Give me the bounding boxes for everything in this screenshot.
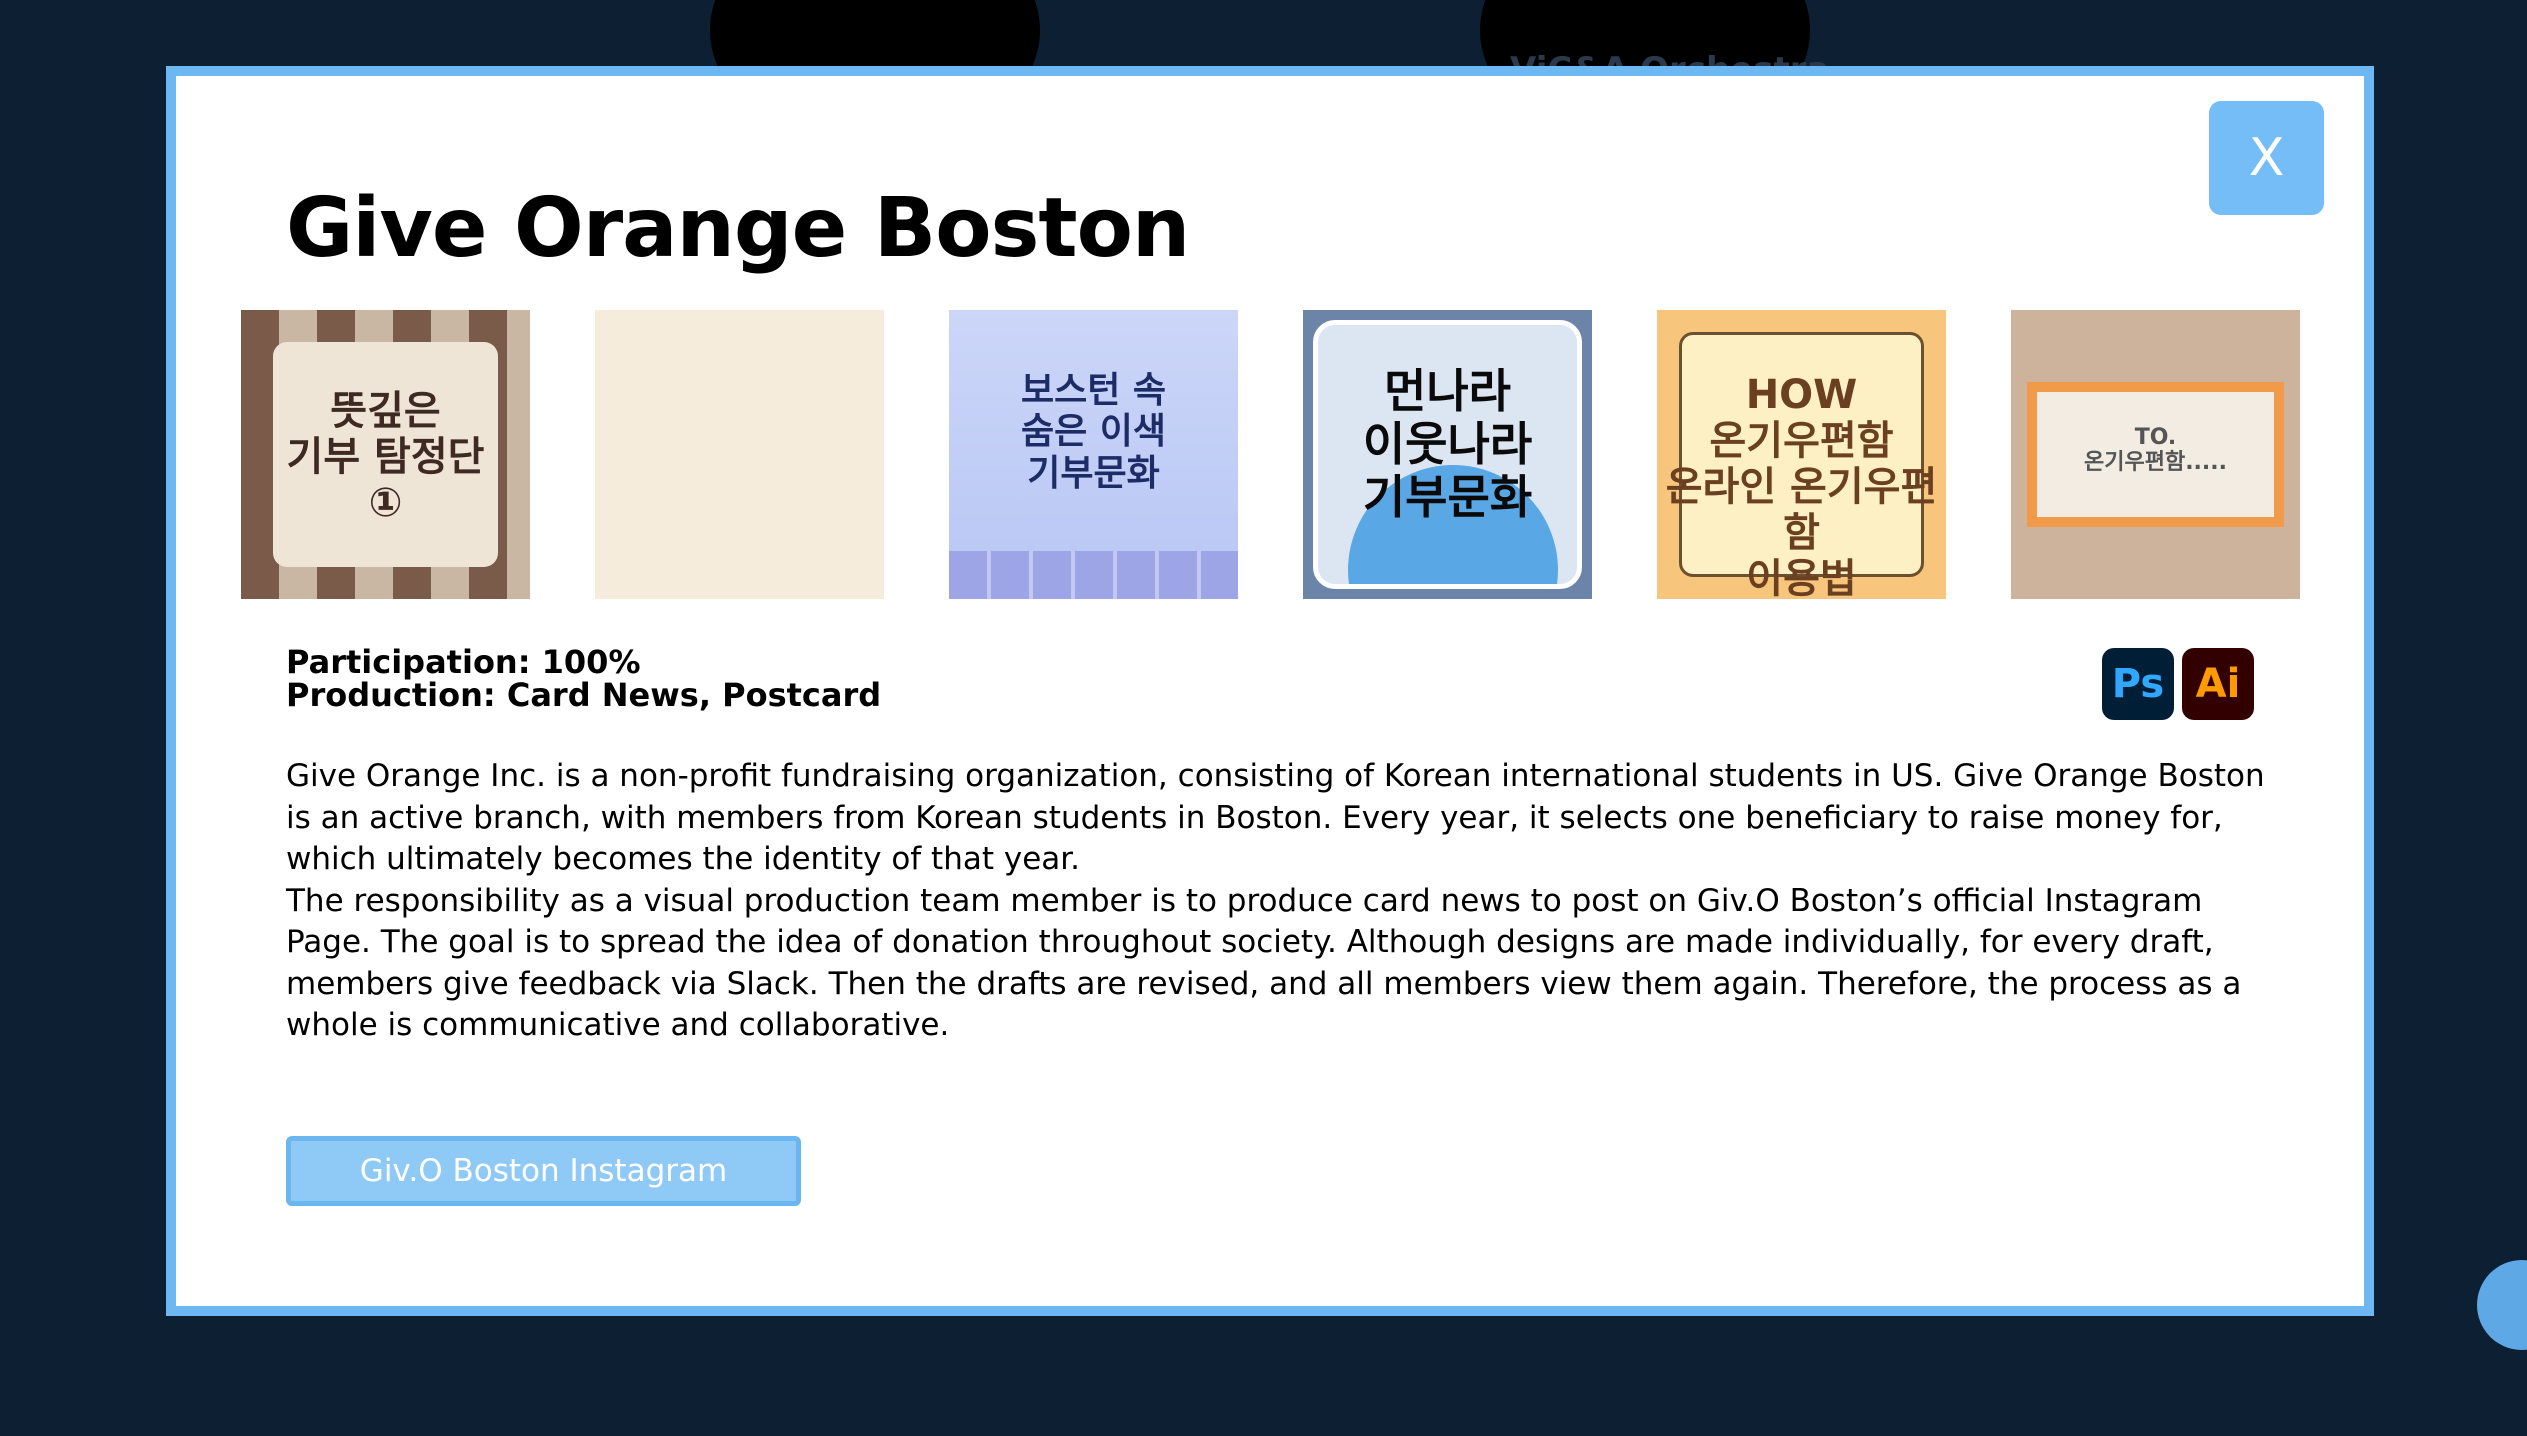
image-gallery: 뜻깊은 기부 탐정단 ① 보스턴 속 숨은 이색 기부문화 먼나라 이웃나라 기… bbox=[241, 310, 2321, 600]
gallery-image-text: HOW 온기우편함 온라인 온기우편함 이용법 bbox=[1665, 372, 1938, 599]
gallery-image-text: 먼나라 이웃나라 기부문화 bbox=[1362, 364, 1533, 524]
gallery-image-1[interactable]: 뜻깊은 기부 탐정단 ① bbox=[241, 310, 530, 599]
gallery-image-5[interactable]: HOW 온기우편함 온라인 온기우편함 이용법 bbox=[1657, 310, 1946, 599]
production-text: Production: Card News, Postcard bbox=[286, 676, 882, 714]
instagram-link-button[interactable]: Giv.O Boston Instagram bbox=[286, 1136, 801, 1206]
gallery-image-text: TO. 온기우편함..... bbox=[2084, 425, 2227, 476]
gallery-image-3[interactable]: 보스턴 속 숨은 이색 기부문화 bbox=[949, 310, 1238, 599]
gallery-image-6[interactable]: TO. 온기우편함..... bbox=[2011, 310, 2300, 599]
modal-title: Give Orange Boston bbox=[286, 181, 1190, 276]
description-paragraph: Give Orange Inc. is a non-profit fundrai… bbox=[286, 758, 2265, 877]
gallery-image-2[interactable] bbox=[595, 310, 884, 599]
description-paragraph: The responsibility as a visual productio… bbox=[286, 882, 2242, 1044]
gallery-image-text: 뜻깊은 기부 탐정단 ① bbox=[286, 388, 485, 526]
gallery-image-4[interactable]: 먼나라 이웃나라 기부문화 bbox=[1303, 310, 1592, 599]
project-description: Give Orange Inc. is a non-profit fundrai… bbox=[286, 756, 2281, 1047]
participation-text: Participation: 100% bbox=[286, 643, 641, 681]
illustrator-icon: Ai bbox=[2182, 648, 2254, 720]
photoshop-icon: Ps bbox=[2102, 648, 2174, 720]
scroll-edge-button[interactable] bbox=[2477, 1260, 2527, 1350]
project-modal: X Give Orange Boston 뜻깊은 기부 탐정단 ① 보스턴 속 … bbox=[166, 66, 2374, 1316]
gallery-image-text: 보스턴 속 숨은 이색 기부문화 bbox=[1020, 370, 1166, 494]
close-button[interactable]: X bbox=[2209, 101, 2324, 215]
tool-icons: Ps Ai bbox=[2102, 648, 2254, 720]
project-meta: Participation: 100% Production: Card New… bbox=[286, 646, 881, 712]
